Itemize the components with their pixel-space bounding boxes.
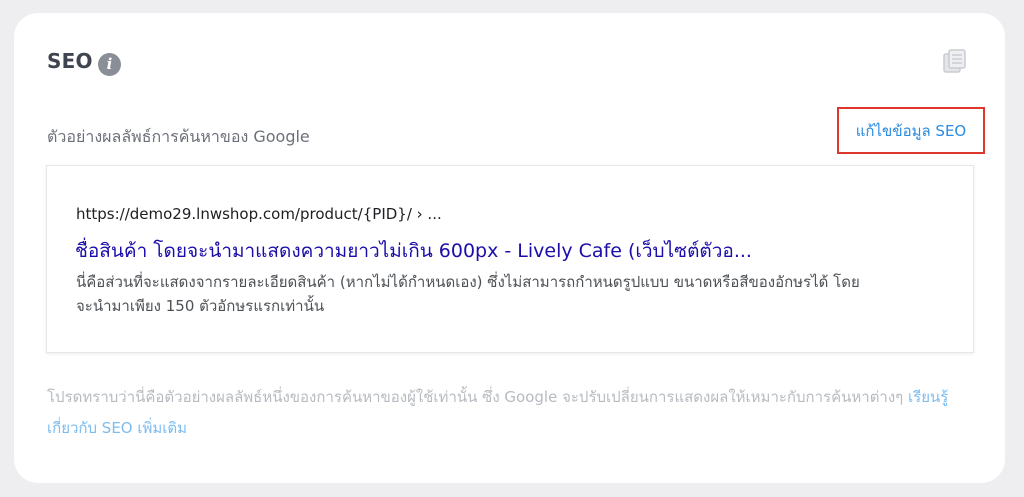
result-title[interactable]: ชื่อสินค้า โดยจะนำมาแสดงความยาวไม่เกิน 6…	[75, 236, 935, 266]
result-description: นี่คือส่วนที่จะแสดงจากรายละเอียดสินค้า (…	[76, 273, 860, 315]
seo-card: SEO i ตัวอย่างผลลัพธ์การค้นหาของ Google …	[14, 13, 1005, 483]
copy-icon[interactable]	[942, 48, 968, 74]
footer-note: โปรดทราบว่านี่คือตัวอย่างผลลัพธ์หนึ่งของ…	[47, 382, 977, 444]
info-icon[interactable]: i	[98, 53, 121, 76]
preview-label: ตัวอย่างผลลัพธ์การค้นหาของ Google	[47, 127, 310, 146]
edit-seo-link[interactable]: แก้ไขข้อมูล SEO	[837, 107, 985, 154]
footer-note-text: โปรดทราบว่านี่คือตัวอย่างผลลัพธ์หนึ่งของ…	[47, 388, 909, 406]
seo-title: SEO	[47, 49, 93, 73]
search-result-preview: https://demo29.lnwshop.com/product/{PID}…	[46, 165, 974, 353]
result-url: https://demo29.lnwshop.com/product/{PID}…	[76, 205, 442, 223]
